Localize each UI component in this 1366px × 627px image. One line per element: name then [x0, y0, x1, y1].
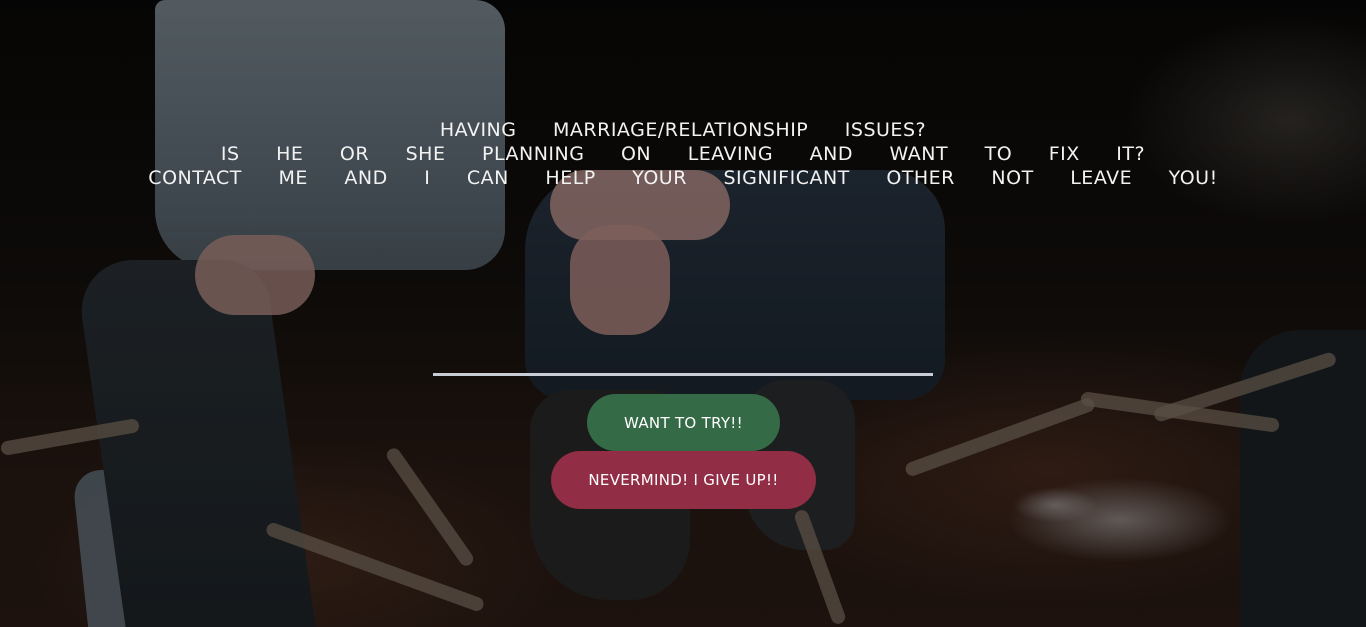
dark-overlay [0, 0, 1366, 627]
hero-background-photo [0, 0, 1366, 627]
want-to-try-button[interactable]: WANT TO TRY!! [587, 394, 780, 451]
headline-line-3: CONTACT ME AND I CAN HELP YOUR SIGNIFICA… [148, 167, 1218, 189]
nevermind-give-up-button[interactable]: NEVERMIND! I GIVE UP!! [551, 451, 816, 509]
headline-line-2: IS HE OR SHE PLANNING ON LEAVING AND WAN… [220, 143, 1146, 165]
headline-line-1: HAVING MARRIAGE/RELATIONSHIP ISSUES? [439, 119, 927, 141]
divider-line [433, 373, 933, 376]
